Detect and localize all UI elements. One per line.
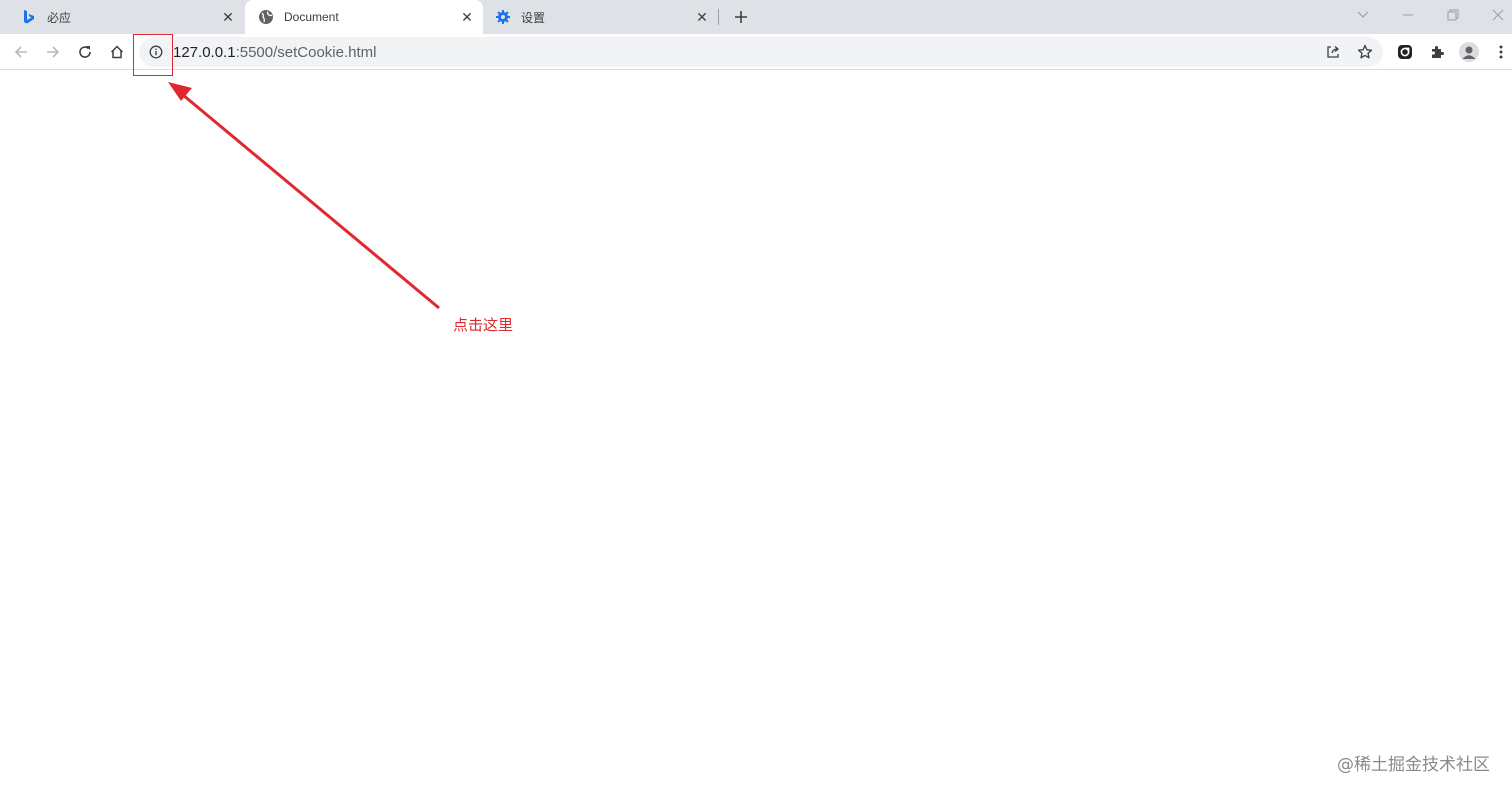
home-button[interactable] xyxy=(103,38,131,66)
annotation-label: 点击这里 xyxy=(453,316,514,334)
home-icon xyxy=(110,45,124,59)
tab-strip: 必应 ✕ Document ✕ 设置 ✕ xyxy=(0,0,1512,34)
more-vertical-icon xyxy=(1499,45,1503,59)
bookmark-button[interactable] xyxy=(1353,40,1377,64)
plus-icon xyxy=(735,11,747,23)
page-content xyxy=(0,71,1512,793)
tab-title: Document xyxy=(284,10,339,24)
close-tab-icon[interactable]: ✕ xyxy=(459,9,475,25)
extension-logo-icon xyxy=(1398,45,1412,59)
tab-settings[interactable]: 设置 ✕ xyxy=(482,0,718,34)
reload-icon xyxy=(79,46,91,58)
browser-window: 必应 ✕ Document ✕ 设置 ✕ 127.0.0.1:5500/setC… xyxy=(0,0,1512,793)
close-window-button[interactable] xyxy=(1486,4,1510,26)
close-tab-icon[interactable]: ✕ xyxy=(220,9,236,25)
chevron-down-icon xyxy=(1357,11,1369,18)
share-icon xyxy=(1327,46,1340,58)
extension-pinned-button[interactable] xyxy=(1391,38,1419,66)
share-button[interactable] xyxy=(1321,40,1345,64)
minimize-button[interactable] xyxy=(1396,4,1420,26)
toolbar: 127.0.0.1:5500/setCookie.html xyxy=(0,34,1512,70)
globe-icon xyxy=(258,9,274,25)
minimize-icon xyxy=(1403,14,1413,16)
url-host: 127.0.0.1 xyxy=(173,44,236,61)
avatar-icon xyxy=(1459,42,1479,62)
annotation-highlight-box xyxy=(133,34,173,76)
back-button[interactable] xyxy=(7,38,35,66)
url-text[interactable]: 127.0.0.1:5500/setCookie.html xyxy=(173,44,376,61)
extensions-button[interactable] xyxy=(1423,38,1451,66)
tab-title: 必应 xyxy=(47,10,72,25)
tab-bing[interactable]: 必应 ✕ xyxy=(8,0,244,34)
address-bar[interactable]: 127.0.0.1:5500/setCookie.html xyxy=(139,37,1383,67)
puzzle-icon xyxy=(1432,46,1444,58)
tab-separator xyxy=(718,9,719,25)
tab-document[interactable]: Document ✕ xyxy=(245,0,483,34)
restore-button[interactable] xyxy=(1441,4,1465,26)
menu-button[interactable] xyxy=(1487,38,1512,66)
arrow-right-icon xyxy=(47,46,60,58)
new-tab-button[interactable] xyxy=(729,5,753,29)
restore-icon xyxy=(1447,9,1459,21)
url-path: :5500/setCookie.html xyxy=(235,44,377,61)
close-icon xyxy=(1492,9,1504,21)
arrow-left-icon xyxy=(14,46,27,58)
tab-title: 设置 xyxy=(521,10,546,25)
bing-icon xyxy=(21,9,37,25)
star-icon xyxy=(1357,44,1373,59)
profile-button[interactable] xyxy=(1455,38,1483,66)
watermark: @稀土掘金技术社区 xyxy=(1337,755,1490,775)
forward-button[interactable] xyxy=(39,38,67,66)
reload-button[interactable] xyxy=(71,38,99,66)
close-tab-icon[interactable]: ✕ xyxy=(694,9,710,25)
settings-gear-icon xyxy=(495,9,511,25)
tab-search-button[interactable] xyxy=(1351,4,1375,26)
